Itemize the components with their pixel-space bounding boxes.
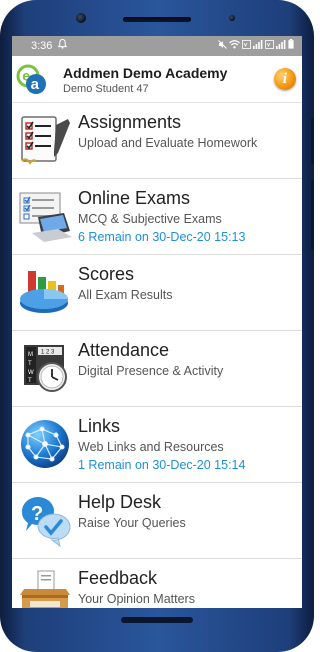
menu-item-title: Attendance [78, 340, 170, 360]
menu-item-subtitle: Raise Your Queries [78, 516, 186, 530]
addmen-logo: e a [16, 64, 48, 96]
menu-item-feedback[interactable]: Feedback Your Opinion Matters [12, 559, 302, 608]
menu-item-remark: 1 Remain on 30-Dec-20 15:14 [78, 458, 246, 472]
menu-item-subtitle: Digital Presence & Activity [78, 364, 224, 378]
sensor-icon [229, 15, 235, 21]
menu-item-subtitle: Web Links and Resources [78, 440, 224, 454]
menu-item-title: Online Exams [78, 188, 191, 208]
app-screen: 3:36 e a Addmen Demo Academy Demo Studen… [12, 36, 302, 608]
battery-icon [288, 39, 294, 51]
chart-scores-icon [18, 265, 72, 319]
menu-item-links[interactable]: Links Web Links and Resources 1 Remain o… [12, 407, 302, 483]
student-name: Demo Student 47 [63, 83, 149, 95]
feedback-box-icon [18, 569, 72, 608]
volte-icon [265, 39, 274, 51]
phone-home-bar [121, 617, 193, 623]
status-time: 3:36 [31, 40, 53, 52]
menu-item-title: Help Desk [78, 492, 162, 512]
menu-item-scores[interactable]: Scores All Exam Results [12, 255, 302, 331]
menu-item-subtitle: Upload and Evaluate Homework [78, 136, 258, 150]
menu-item-subtitle: MCQ & Subjective Exams [78, 212, 222, 226]
app-header: e a Addmen Demo Academy Demo Student 47 … [12, 56, 302, 103]
earpiece-speaker [123, 17, 191, 22]
menu-item-title: Links [78, 416, 121, 436]
wifi-icon [229, 39, 240, 51]
svg-text:T: T [28, 378, 32, 384]
signal-icon [276, 39, 286, 51]
app-title: Addmen Demo Academy [63, 65, 228, 81]
status-bar: 3:36 [12, 36, 302, 56]
calendar-clock-icon: M T W T 1 2 3 [18, 341, 72, 395]
menu-item-title: Assignments [78, 112, 182, 132]
notification-bell-icon [57, 38, 68, 52]
menu-item-online-exams[interactable]: Online Exams MCQ & Subjective Exams 6 Re… [12, 179, 302, 255]
menu-item-subtitle: All Exam Results [78, 288, 173, 302]
assignment-checklist-icon [18, 113, 72, 167]
signal-icon [253, 39, 263, 51]
mute-icon [218, 39, 227, 51]
info-icon[interactable]: i [274, 68, 296, 90]
menu-item-remark: 6 Remain on 30-Dec-20 15:13 [78, 230, 246, 244]
svg-text:1 2 3: 1 2 3 [41, 350, 55, 356]
menu-item-help-desk[interactable]: ? Help Desk Raise Your Queries [12, 483, 302, 559]
question-check-icon: ? [18, 493, 72, 548]
phone-frame: 3:36 e a Addmen Demo Academy Demo Studen… [0, 0, 314, 652]
phone-top-bezel [0, 0, 314, 36]
status-icons [218, 39, 294, 51]
volte-icon [242, 39, 251, 51]
volume-button [311, 180, 314, 250]
menu-item-subtitle: Your Opinion Matters [78, 592, 195, 606]
menu-item-title: Scores [78, 264, 135, 284]
svg-text:T: T [28, 361, 32, 367]
globe-network-icon [18, 417, 72, 471]
power-button [311, 118, 314, 164]
laptop-exam-icon [18, 189, 72, 243]
svg-text:W: W [28, 370, 34, 376]
front-camera-icon [76, 13, 86, 23]
menu-item-attendance[interactable]: M T W T 1 2 3 Attendance Digital Presenc… [12, 331, 302, 407]
svg-text:M: M [28, 352, 33, 358]
menu-item-title: Feedback [78, 568, 158, 588]
svg-text:a: a [31, 76, 40, 93]
menu-item-assignments[interactable]: Assignments Upload and Evaluate Homework [12, 103, 302, 179]
